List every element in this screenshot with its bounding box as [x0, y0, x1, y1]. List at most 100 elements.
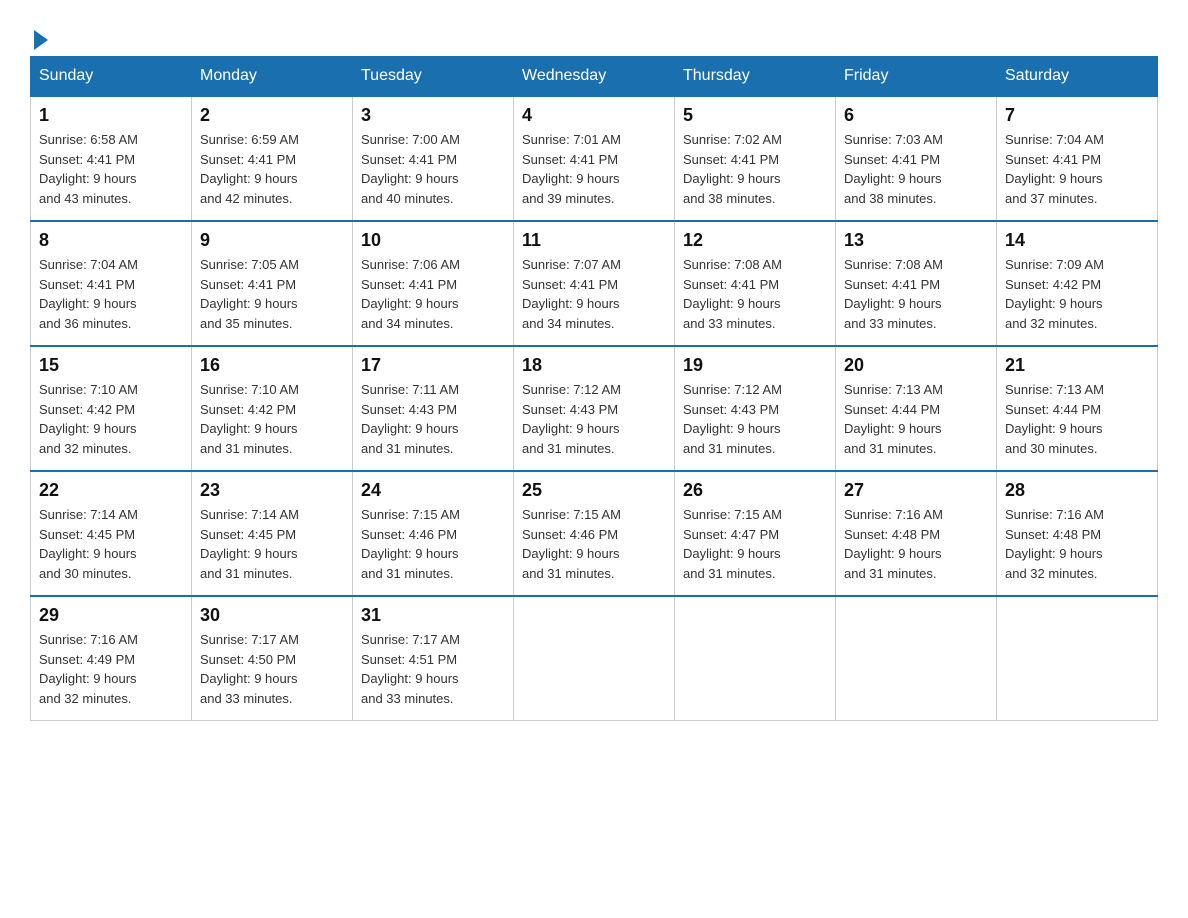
calendar-day-cell: 28 Sunrise: 7:16 AMSunset: 4:48 PMDaylig…	[997, 471, 1158, 596]
day-info: Sunrise: 7:02 AMSunset: 4:41 PMDaylight:…	[683, 132, 782, 206]
calendar-week-row: 8 Sunrise: 7:04 AMSunset: 4:41 PMDayligh…	[31, 221, 1158, 346]
calendar-day-cell: 16 Sunrise: 7:10 AMSunset: 4:42 PMDaylig…	[192, 346, 353, 471]
day-number: 25	[522, 480, 666, 501]
day-header-monday: Monday	[192, 57, 353, 97]
day-info: Sunrise: 7:09 AMSunset: 4:42 PMDaylight:…	[1005, 257, 1104, 331]
calendar-day-cell: 10 Sunrise: 7:06 AMSunset: 4:41 PMDaylig…	[353, 221, 514, 346]
calendar-week-row: 22 Sunrise: 7:14 AMSunset: 4:45 PMDaylig…	[31, 471, 1158, 596]
day-info: Sunrise: 7:11 AMSunset: 4:43 PMDaylight:…	[361, 382, 459, 456]
calendar-day-cell: 20 Sunrise: 7:13 AMSunset: 4:44 PMDaylig…	[836, 346, 997, 471]
day-header-saturday: Saturday	[997, 57, 1158, 97]
day-info: Sunrise: 7:04 AMSunset: 4:41 PMDaylight:…	[39, 257, 138, 331]
day-info: Sunrise: 6:59 AMSunset: 4:41 PMDaylight:…	[200, 132, 299, 206]
day-number: 24	[361, 480, 505, 501]
day-info: Sunrise: 7:10 AMSunset: 4:42 PMDaylight:…	[200, 382, 299, 456]
day-number: 23	[200, 480, 344, 501]
calendar-day-cell: 8 Sunrise: 7:04 AMSunset: 4:41 PMDayligh…	[31, 221, 192, 346]
calendar-day-cell: 17 Sunrise: 7:11 AMSunset: 4:43 PMDaylig…	[353, 346, 514, 471]
day-info: Sunrise: 7:05 AMSunset: 4:41 PMDaylight:…	[200, 257, 299, 331]
day-info: Sunrise: 7:14 AMSunset: 4:45 PMDaylight:…	[200, 507, 299, 581]
calendar-table: SundayMondayTuesdayWednesdayThursdayFrid…	[30, 56, 1158, 721]
calendar-day-cell: 22 Sunrise: 7:14 AMSunset: 4:45 PMDaylig…	[31, 471, 192, 596]
calendar-week-row: 1 Sunrise: 6:58 AMSunset: 4:41 PMDayligh…	[31, 96, 1158, 221]
calendar-day-cell: 30 Sunrise: 7:17 AMSunset: 4:50 PMDaylig…	[192, 596, 353, 721]
day-info: Sunrise: 7:10 AMSunset: 4:42 PMDaylight:…	[39, 382, 138, 456]
day-info: Sunrise: 7:12 AMSunset: 4:43 PMDaylight:…	[683, 382, 782, 456]
day-number: 16	[200, 355, 344, 376]
calendar-day-cell: 3 Sunrise: 7:00 AMSunset: 4:41 PMDayligh…	[353, 96, 514, 221]
day-info: Sunrise: 7:08 AMSunset: 4:41 PMDaylight:…	[844, 257, 943, 331]
calendar-day-cell: 27 Sunrise: 7:16 AMSunset: 4:48 PMDaylig…	[836, 471, 997, 596]
day-info: Sunrise: 7:14 AMSunset: 4:45 PMDaylight:…	[39, 507, 138, 581]
day-number: 10	[361, 230, 505, 251]
day-info: Sunrise: 7:16 AMSunset: 4:48 PMDaylight:…	[1005, 507, 1104, 581]
day-number: 8	[39, 230, 183, 251]
calendar-day-cell: 9 Sunrise: 7:05 AMSunset: 4:41 PMDayligh…	[192, 221, 353, 346]
calendar-day-cell: 31 Sunrise: 7:17 AMSunset: 4:51 PMDaylig…	[353, 596, 514, 721]
day-info: Sunrise: 6:58 AMSunset: 4:41 PMDaylight:…	[39, 132, 138, 206]
day-number: 14	[1005, 230, 1149, 251]
day-info: Sunrise: 7:15 AMSunset: 4:47 PMDaylight:…	[683, 507, 782, 581]
calendar-day-cell: 2 Sunrise: 6:59 AMSunset: 4:41 PMDayligh…	[192, 96, 353, 221]
day-header-wednesday: Wednesday	[514, 57, 675, 97]
day-info: Sunrise: 7:07 AMSunset: 4:41 PMDaylight:…	[522, 257, 621, 331]
day-header-tuesday: Tuesday	[353, 57, 514, 97]
calendar-day-cell: 13 Sunrise: 7:08 AMSunset: 4:41 PMDaylig…	[836, 221, 997, 346]
day-info: Sunrise: 7:04 AMSunset: 4:41 PMDaylight:…	[1005, 132, 1104, 206]
day-number: 30	[200, 605, 344, 626]
day-number: 5	[683, 105, 827, 126]
day-number: 19	[683, 355, 827, 376]
calendar-day-cell: 25 Sunrise: 7:15 AMSunset: 4:46 PMDaylig…	[514, 471, 675, 596]
day-number: 7	[1005, 105, 1149, 126]
day-number: 27	[844, 480, 988, 501]
calendar-day-cell: 15 Sunrise: 7:10 AMSunset: 4:42 PMDaylig…	[31, 346, 192, 471]
day-header-thursday: Thursday	[675, 57, 836, 97]
logo-arrow-icon	[34, 30, 48, 50]
day-info: Sunrise: 7:13 AMSunset: 4:44 PMDaylight:…	[844, 382, 943, 456]
day-number: 22	[39, 480, 183, 501]
page-header	[30, 20, 1158, 46]
calendar-empty-cell	[997, 596, 1158, 721]
calendar-day-cell: 23 Sunrise: 7:14 AMSunset: 4:45 PMDaylig…	[192, 471, 353, 596]
day-number: 15	[39, 355, 183, 376]
calendar-day-cell: 24 Sunrise: 7:15 AMSunset: 4:46 PMDaylig…	[353, 471, 514, 596]
calendar-empty-cell	[514, 596, 675, 721]
day-info: Sunrise: 7:15 AMSunset: 4:46 PMDaylight:…	[361, 507, 460, 581]
calendar-empty-cell	[836, 596, 997, 721]
day-number: 31	[361, 605, 505, 626]
day-info: Sunrise: 7:15 AMSunset: 4:46 PMDaylight:…	[522, 507, 621, 581]
day-info: Sunrise: 7:00 AMSunset: 4:41 PMDaylight:…	[361, 132, 460, 206]
day-info: Sunrise: 7:17 AMSunset: 4:51 PMDaylight:…	[361, 632, 460, 706]
day-number: 20	[844, 355, 988, 376]
day-number: 28	[1005, 480, 1149, 501]
day-header-sunday: Sunday	[31, 57, 192, 97]
day-number: 13	[844, 230, 988, 251]
calendar-empty-cell	[675, 596, 836, 721]
day-number: 6	[844, 105, 988, 126]
day-info: Sunrise: 7:13 AMSunset: 4:44 PMDaylight:…	[1005, 382, 1104, 456]
calendar-day-cell: 18 Sunrise: 7:12 AMSunset: 4:43 PMDaylig…	[514, 346, 675, 471]
day-number: 18	[522, 355, 666, 376]
day-number: 11	[522, 230, 666, 251]
calendar-day-cell: 5 Sunrise: 7:02 AMSunset: 4:41 PMDayligh…	[675, 96, 836, 221]
calendar-day-cell: 4 Sunrise: 7:01 AMSunset: 4:41 PMDayligh…	[514, 96, 675, 221]
day-number: 21	[1005, 355, 1149, 376]
day-info: Sunrise: 7:16 AMSunset: 4:48 PMDaylight:…	[844, 507, 943, 581]
calendar-header-row: SundayMondayTuesdayWednesdayThursdayFrid…	[31, 57, 1158, 97]
calendar-day-cell: 19 Sunrise: 7:12 AMSunset: 4:43 PMDaylig…	[675, 346, 836, 471]
logo	[30, 30, 48, 46]
day-number: 17	[361, 355, 505, 376]
calendar-day-cell: 12 Sunrise: 7:08 AMSunset: 4:41 PMDaylig…	[675, 221, 836, 346]
day-number: 1	[39, 105, 183, 126]
calendar-day-cell: 26 Sunrise: 7:15 AMSunset: 4:47 PMDaylig…	[675, 471, 836, 596]
calendar-day-cell: 7 Sunrise: 7:04 AMSunset: 4:41 PMDayligh…	[997, 96, 1158, 221]
day-number: 26	[683, 480, 827, 501]
day-number: 4	[522, 105, 666, 126]
day-number: 9	[200, 230, 344, 251]
calendar-day-cell: 29 Sunrise: 7:16 AMSunset: 4:49 PMDaylig…	[31, 596, 192, 721]
day-number: 3	[361, 105, 505, 126]
calendar-week-row: 29 Sunrise: 7:16 AMSunset: 4:49 PMDaylig…	[31, 596, 1158, 721]
day-number: 12	[683, 230, 827, 251]
day-info: Sunrise: 7:03 AMSunset: 4:41 PMDaylight:…	[844, 132, 943, 206]
day-number: 2	[200, 105, 344, 126]
